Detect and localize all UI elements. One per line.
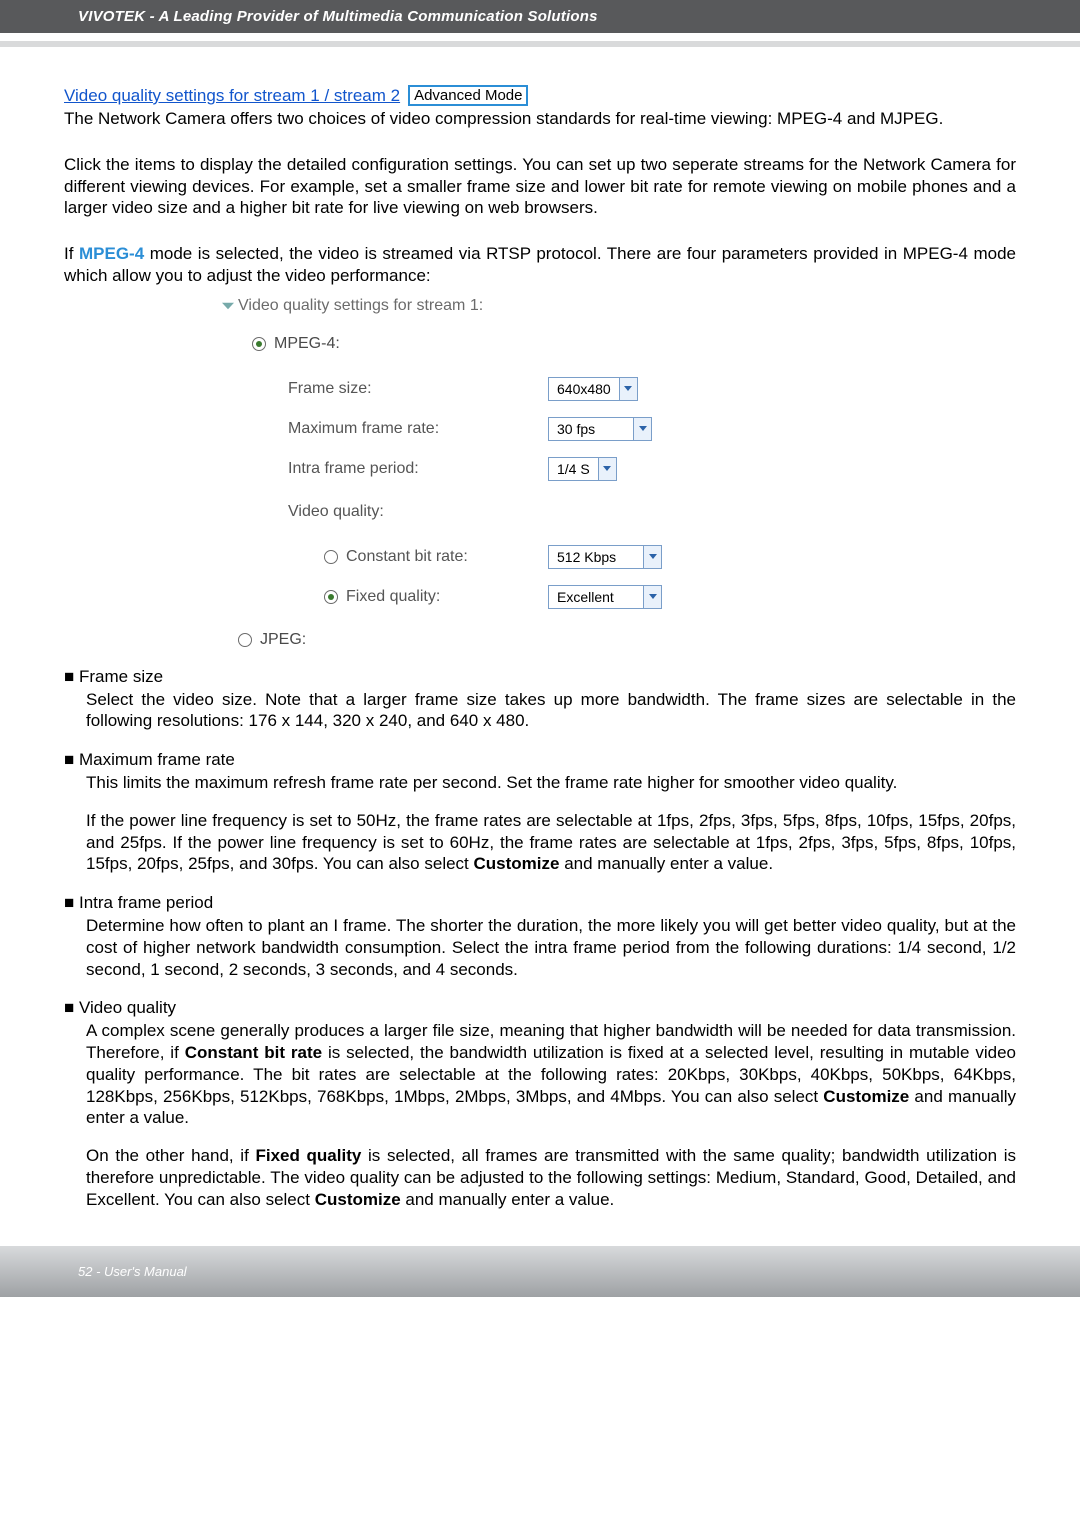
bullet-intra-body: Determine how often to plant an I frame.…: [86, 915, 1016, 980]
page-body: Video quality settings for stream 1 / st…: [0, 47, 1080, 1210]
intra-frame-select[interactable]: 1/4 S: [548, 457, 617, 481]
chevron-down-icon: [633, 418, 651, 440]
footer: 52 - User's Manual: [0, 1246, 1080, 1297]
separator: [0, 33, 1080, 41]
panel-title: Video quality settings for stream 1:: [238, 297, 483, 315]
intro-paragraph-1: The Network Camera offers two choices of…: [64, 108, 1016, 130]
bullet-vq-head: ■ Video quality: [64, 998, 1016, 1018]
mpeg4-keyword: MPEG-4: [79, 244, 144, 263]
jpeg-label: JPEG:: [260, 631, 306, 649]
bullet-vq-p1: A complex scene generally produces a lar…: [86, 1020, 1016, 1129]
select-value: Excellent: [549, 589, 643, 605]
constant-bitrate-select[interactable]: 512 Kbps: [548, 545, 662, 569]
max-frame-rate-select[interactable]: 30 fps: [548, 417, 652, 441]
select-value: 640x480: [549, 381, 619, 397]
chevron-down-icon: [598, 458, 616, 480]
select-value: 30 fps: [549, 421, 633, 437]
frame-size-label: Frame size:: [288, 380, 548, 398]
bullet-vq-p2: On the other hand, if Fixed quality is s…: [86, 1145, 1016, 1210]
intro-paragraph-2: Click the items to display the detailed …: [64, 154, 1016, 219]
chevron-down-icon: [643, 546, 661, 568]
select-value: 1/4 S: [549, 461, 598, 477]
frame-size-select[interactable]: 640x480: [548, 377, 638, 401]
fixed-quality-label: Fixed quality:: [346, 588, 440, 606]
jpeg-radio[interactable]: [238, 633, 252, 647]
advanced-mode-badge: Advanced Mode: [408, 85, 528, 106]
max-frame-rate-label: Maximum frame rate:: [288, 420, 548, 438]
header-banner: VIVOTEK - A Leading Provider of Multimed…: [0, 0, 1080, 33]
mpeg4-radio[interactable]: [252, 337, 266, 351]
constant-bitrate-label: Constant bit rate:: [346, 548, 468, 566]
bullet-max-frame-body2: If the power line frequency is set to 50…: [86, 810, 1016, 875]
bullet-frame-size-head: ■ Frame size: [64, 667, 1016, 687]
stream-settings-panel: Video quality settings for stream 1: MPE…: [224, 297, 1016, 649]
select-value: 512 Kbps: [549, 549, 643, 565]
video-quality-label: Video quality:: [288, 503, 1016, 521]
bullet-frame-size-body: Select the video size. Note that a large…: [86, 689, 1016, 733]
mpeg4-label: MPEG-4:: [274, 335, 340, 353]
chevron-down-icon: [643, 586, 661, 608]
intra-frame-label: Intra frame period:: [288, 460, 548, 478]
mpeg-paragraph: If MPEG-4 mode is selected, the video is…: [64, 243, 1016, 287]
text: mode is selected, the video is streamed …: [64, 244, 1016, 285]
fixed-quality-radio[interactable]: [324, 590, 338, 604]
bullet-max-frame-body1: This limits the maximum refresh frame ra…: [86, 772, 1016, 794]
fixed-quality-select[interactable]: Excellent: [548, 585, 662, 609]
chevron-down-icon: [619, 378, 637, 400]
constant-bitrate-radio[interactable]: [324, 550, 338, 564]
expand-icon[interactable]: [222, 302, 234, 308]
bullet-max-frame-head: ■ Maximum frame rate: [64, 750, 1016, 770]
text: If: [64, 244, 79, 263]
video-quality-link[interactable]: Video quality settings for stream 1 / st…: [64, 86, 400, 106]
bullet-intra-head: ■ Intra frame period: [64, 893, 1016, 913]
